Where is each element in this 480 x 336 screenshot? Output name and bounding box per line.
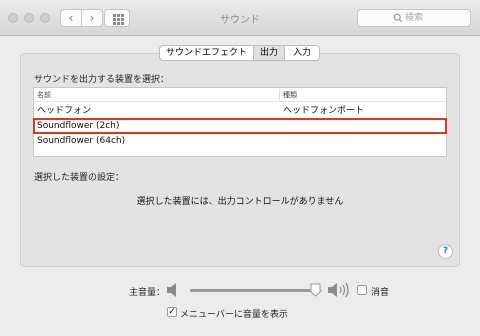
speaker-high-icon xyxy=(328,282,349,298)
column-header-name[interactable]: 名前 xyxy=(34,88,279,102)
search-placeholder: 検索 xyxy=(405,13,424,23)
output-device-table[interactable]: 名前 種類 ヘッドフォン ヘッドフォンポート Soundflower (2ch)… xyxy=(33,87,447,157)
title-bar: ‹ › サウンド 検索 xyxy=(0,0,480,36)
volume-slider-knob[interactable] xyxy=(310,283,321,297)
device-name: ヘッドフォン xyxy=(37,106,92,116)
content-panel xyxy=(20,53,460,267)
main-volume-label: 主音量： xyxy=(129,288,166,298)
device-row-headphones[interactable]: ヘッドフォン ヘッドフォンポート xyxy=(34,104,446,118)
device-row-soundflower-64ch[interactable]: Soundflower (64ch) xyxy=(34,134,446,148)
show-volume-in-menubar-checkbox[interactable]: ✓ xyxy=(167,307,177,317)
sound-preferences-window: ‹ › サウンド 検索 サウンドエフェクト 出力 入力 サウンドを出力する装置を… xyxy=(0,0,480,336)
checkmark-icon: ✓ xyxy=(168,307,176,317)
no-output-controls-message: 選択した装置には、出力コントロールがありません xyxy=(136,197,344,207)
tab-sound-effects[interactable]: サウンドエフェクト xyxy=(159,45,254,61)
tab-output[interactable]: 出力 xyxy=(253,45,285,61)
device-name: Soundflower (64ch) xyxy=(37,136,126,146)
volume-slider-fill xyxy=(190,289,316,292)
tab-input[interactable]: 入力 xyxy=(284,45,320,61)
question-mark-icon: ? xyxy=(442,246,449,256)
mute-checkbox[interactable] xyxy=(357,285,367,295)
help-button[interactable]: ? xyxy=(438,244,453,259)
device-row-soundflower-2ch[interactable]: Soundflower (2ch) xyxy=(33,118,447,134)
volume-slider[interactable] xyxy=(190,283,322,297)
device-type: ヘッドフォンポート xyxy=(283,106,365,116)
output-device-section-label: サウンドを出力する装置を選択： xyxy=(34,75,170,85)
mute-label: 消音 xyxy=(371,288,390,298)
device-settings-label: 選択した装置の設定： xyxy=(34,173,125,183)
search-icon xyxy=(393,13,403,23)
speaker-low-icon xyxy=(167,283,176,297)
search-field[interactable]: 検索 xyxy=(357,9,471,27)
device-name: Soundflower (2ch) xyxy=(37,121,120,131)
column-header-type[interactable]: 種類 xyxy=(280,88,446,102)
show-volume-in-menubar-label: メニューバーに音量を表示 xyxy=(180,310,288,320)
